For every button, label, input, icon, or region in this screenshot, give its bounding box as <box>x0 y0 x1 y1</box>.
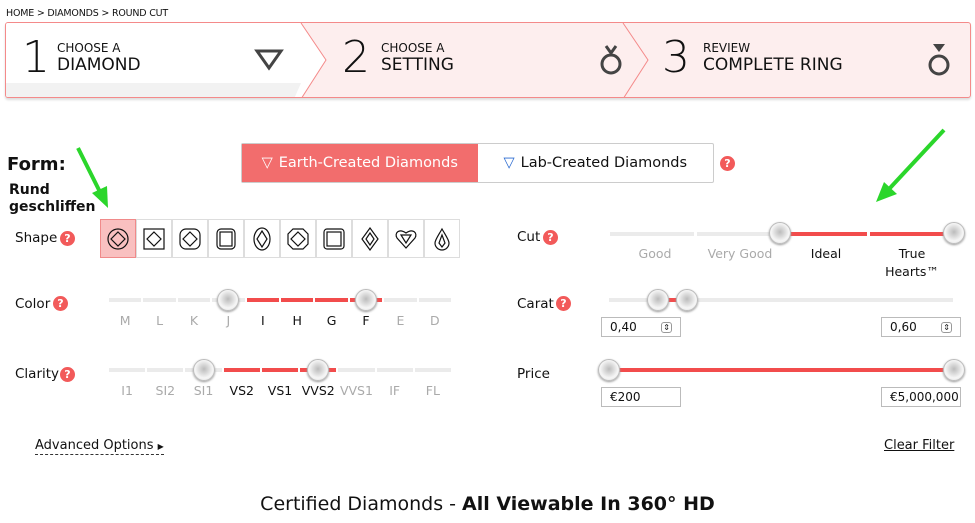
help-icon[interactable]: ? <box>556 296 571 311</box>
color-track-segment <box>281 298 314 302</box>
price-max-input[interactable]: €5,000,000 <box>881 387 961 407</box>
color-track-segment <box>109 298 142 302</box>
carat-max-value: 0,60 <box>890 320 917 334</box>
cut-track-segment <box>869 232 954 236</box>
clarity-handle[interactable] <box>307 359 330 381</box>
carat-min-value: 0,40 <box>610 320 637 334</box>
round-shape-icon <box>107 227 129 250</box>
carat-label: Carat <box>517 296 554 312</box>
cut-tick[interactable]: Good <box>615 246 695 261</box>
cushion-shape-icon <box>179 227 201 250</box>
marquise-shape-icon <box>361 226 379 251</box>
cut-track-segment <box>783 232 867 236</box>
spinner-icon[interactable]: ⇕ <box>941 321 952 333</box>
caret-right-icon: ▶ <box>157 442 164 451</box>
color-track-segment <box>143 298 176 302</box>
help-icon[interactable]: ? <box>60 367 75 382</box>
color-track-segment <box>177 298 211 302</box>
color-handle[interactable] <box>355 289 377 311</box>
carat-min-input[interactable]: 0,40 ⇕ <box>601 317 681 337</box>
color-label: Color <box>15 296 51 312</box>
clarity-label: Clarity <box>15 366 60 382</box>
shape-option-princess[interactable] <box>136 219 172 258</box>
color-tick[interactable]: D <box>405 313 465 328</box>
cut-track-segment <box>610 232 694 236</box>
asscher-shape-icon <box>287 227 309 250</box>
radiant-shape-icon <box>323 227 345 250</box>
shape-option-radiant[interactable] <box>316 219 352 258</box>
clarity-track-segment <box>261 368 299 372</box>
clear-filter-link[interactable]: Clear Filter <box>884 438 954 453</box>
clarity-track-segment <box>414 368 451 372</box>
pear-shape-icon <box>434 227 450 251</box>
help-icon[interactable]: ? <box>543 230 558 245</box>
cut-handle[interactable] <box>769 222 791 244</box>
heart-shape-icon <box>395 229 417 249</box>
color-handle[interactable] <box>217 289 240 311</box>
price-min-input[interactable]: €200 <box>601 387 681 407</box>
price-max-value: €5,000,000 <box>890 390 959 404</box>
help-icon[interactable]: ? <box>60 231 75 246</box>
shape-option-emerald[interactable] <box>208 219 244 258</box>
clarity-handle[interactable] <box>192 359 215 381</box>
section-heading: Certified Diamonds - All Viewable In 360… <box>0 493 975 515</box>
advanced-options-toggle[interactable]: Advanced Options ▶ <box>35 438 164 455</box>
cut-track-segment <box>696 232 781 236</box>
color-track-segment <box>315 298 348 302</box>
heading-normal: Certified Diamonds - <box>260 493 463 515</box>
cut-tick[interactable]: Ideal <box>786 246 866 261</box>
clarity-track-segment <box>109 368 146 372</box>
help-icon[interactable]: ? <box>53 296 68 311</box>
shape-option-asscher[interactable] <box>280 219 316 258</box>
shape-option-round[interactable] <box>100 219 136 258</box>
carat-max-input[interactable]: 0,60 ⇕ <box>881 317 961 337</box>
cut-handle[interactable] <box>943 222 965 244</box>
color-track-segment <box>418 298 451 302</box>
clarity-track-segment <box>338 368 375 372</box>
price-min-value: €200 <box>610 390 641 404</box>
clarity-track-segment <box>223 368 260 372</box>
shape-option-marquise[interactable] <box>352 219 388 258</box>
shape-option-heart[interactable] <box>388 219 424 258</box>
cut-tick[interactable]: Very Good <box>700 246 780 261</box>
clarity-tick[interactable]: FL <box>403 383 463 398</box>
clarity-track-segment <box>376 368 413 372</box>
princess-shape-icon <box>143 227 165 250</box>
spinner-icon[interactable]: ⇕ <box>661 321 672 333</box>
price-label: Price <box>517 366 550 382</box>
annotation-arrows <box>76 128 946 208</box>
clarity-track-segment <box>147 368 184 372</box>
cut-tick[interactable]: Hearts™ <box>872 264 952 279</box>
advanced-label: Advanced Options <box>35 438 154 453</box>
price-max-handle[interactable] <box>943 359 965 381</box>
emerald-shape-icon <box>216 227 236 250</box>
carat-min-handle[interactable] <box>647 289 669 311</box>
oval-shape-icon <box>253 226 271 251</box>
shape-option-oval[interactable] <box>244 219 280 258</box>
price-range <box>609 368 954 372</box>
shape-label: Shape <box>15 230 58 246</box>
cut-label: Cut <box>517 229 541 245</box>
price-min-handle[interactable] <box>598 359 620 381</box>
shape-option-cushion[interactable] <box>172 219 208 258</box>
color-track-segment <box>384 298 417 302</box>
color-track-segment <box>246 298 279 302</box>
cut-tick[interactable]: True <box>872 246 952 261</box>
shape-option-pear[interactable] <box>424 219 460 258</box>
carat-max-handle[interactable] <box>676 289 698 311</box>
heading-bold: All Viewable In 360° HD <box>462 493 715 515</box>
